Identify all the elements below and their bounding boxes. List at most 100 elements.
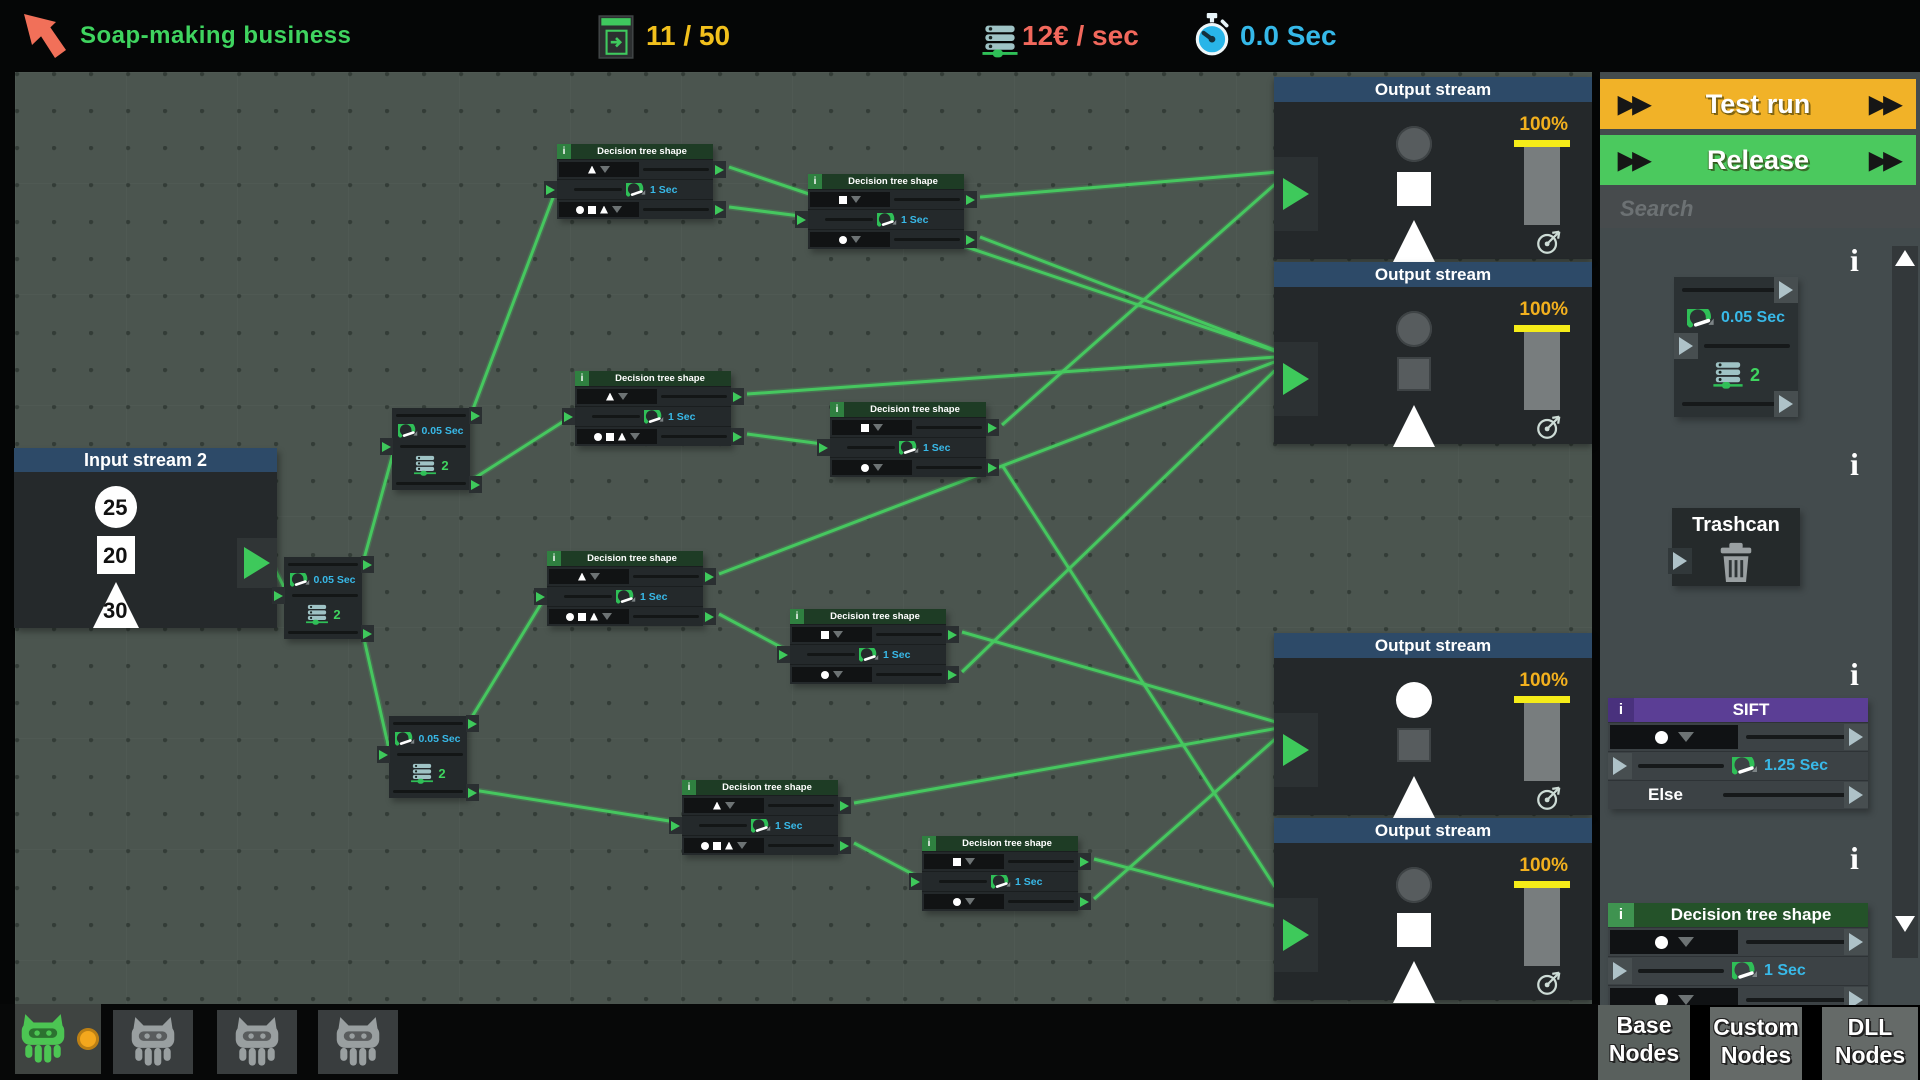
output-port[interactable]	[838, 797, 851, 814]
slider[interactable]	[574, 188, 622, 191]
output-port[interactable]	[838, 837, 851, 854]
slider[interactable]	[396, 482, 466, 485]
decision-node[interactable]: iDecision tree shape1 Sec	[790, 609, 946, 684]
slider[interactable]	[768, 844, 834, 847]
tab-custom-nodes[interactable]: Custom Nodes	[1710, 1007, 1802, 1080]
decision-node[interactable]: iDecision tree shape1 Sec	[575, 371, 731, 446]
info-icon[interactable]: i	[1850, 658, 1859, 690]
slider[interactable]	[876, 673, 942, 676]
output-stream-node[interactable]: Output stream100%	[1274, 77, 1592, 259]
input-port[interactable]	[1608, 958, 1632, 984]
input-port[interactable]	[377, 746, 390, 763]
test-run-button[interactable]: ▶▶ Test run ▶▶	[1600, 79, 1916, 129]
slider[interactable]	[397, 753, 463, 756]
input-port[interactable]	[1668, 548, 1692, 574]
shape-select[interactable]	[810, 232, 890, 247]
server-node[interactable]: 0.05 Sec2	[389, 716, 467, 798]
slider[interactable]	[894, 238, 960, 241]
shape-select[interactable]	[832, 420, 912, 435]
output-stream-node[interactable]: Output stream100%	[1274, 633, 1592, 815]
shape-select[interactable]	[559, 202, 639, 217]
info-icon[interactable]: i	[808, 174, 822, 189]
shape-select[interactable]	[577, 429, 657, 444]
back-arrow-icon[interactable]	[20, 11, 68, 61]
slider[interactable]	[939, 880, 987, 883]
info-icon[interactable]: i	[1850, 842, 1859, 874]
input-port[interactable]	[669, 817, 682, 834]
tab-base-nodes[interactable]: Base Nodes	[1598, 1005, 1690, 1080]
shape-select[interactable]	[549, 569, 629, 584]
decision-node[interactable]: iDecision tree shape1 Sec	[682, 780, 838, 855]
output-port[interactable]	[1774, 391, 1798, 417]
input-port[interactable]	[1274, 157, 1318, 231]
slider[interactable]	[768, 804, 834, 807]
slider[interactable]	[1008, 900, 1074, 903]
slider[interactable]	[894, 198, 960, 201]
slider[interactable]	[292, 594, 358, 597]
slider[interactable]	[1746, 998, 1860, 1002]
palette-trashcan-node[interactable]: Trashcan	[1672, 508, 1800, 586]
info-icon[interactable]: i	[1608, 903, 1634, 927]
output-port[interactable]	[713, 161, 726, 178]
decision-node[interactable]: iDecision tree shape1 Sec	[808, 174, 964, 249]
shape-select[interactable]	[810, 192, 890, 207]
slider[interactable]	[699, 824, 747, 827]
output-port[interactable]	[713, 201, 726, 218]
info-icon[interactable]: i	[575, 371, 589, 386]
output-port[interactable]	[703, 608, 716, 625]
input-port[interactable]	[544, 181, 557, 198]
server-node[interactable]: 0.05 Sec2	[284, 557, 362, 639]
slider[interactable]	[396, 414, 466, 417]
decision-node[interactable]: iDecision tree shape1 Sec	[557, 144, 713, 219]
slider[interactable]	[807, 653, 855, 656]
shape-select[interactable]	[832, 460, 912, 475]
input-port[interactable]	[1608, 753, 1632, 779]
slider[interactable]	[1638, 969, 1724, 973]
scroll-up-icon[interactable]	[1895, 250, 1915, 266]
output-port[interactable]	[986, 459, 999, 476]
input-port[interactable]	[795, 211, 808, 228]
output-port[interactable]	[964, 231, 977, 248]
output-stream-node[interactable]: Output stream100%	[1274, 262, 1592, 444]
server-node[interactable]: 0.05 Sec2	[392, 408, 470, 490]
output-port[interactable]	[1078, 853, 1091, 870]
input-port[interactable]	[272, 587, 285, 604]
info-icon[interactable]: i	[557, 144, 571, 159]
output-port[interactable]	[1774, 277, 1798, 303]
slider[interactable]	[633, 615, 699, 618]
output-port[interactable]	[469, 476, 482, 493]
slider[interactable]	[876, 633, 942, 636]
input-port[interactable]	[1274, 713, 1318, 787]
output-port[interactable]	[1844, 929, 1868, 955]
decision-node[interactable]: iDecision tree shape1 Sec	[830, 402, 986, 477]
input-stream-node[interactable]: Input stream 2252030	[14, 448, 277, 628]
output-port[interactable]	[1844, 782, 1868, 808]
info-icon[interactable]: i	[547, 551, 561, 566]
slider[interactable]	[1723, 793, 1860, 797]
output-port[interactable]	[361, 556, 374, 573]
input-port[interactable]	[777, 646, 790, 663]
slider[interactable]	[1638, 764, 1724, 768]
slider[interactable]	[1704, 344, 1790, 348]
shape-select[interactable]	[684, 798, 764, 813]
slider[interactable]	[393, 722, 463, 725]
slider[interactable]	[1746, 735, 1860, 739]
slider[interactable]	[916, 466, 982, 469]
slider[interactable]	[288, 563, 358, 566]
output-port[interactable]	[731, 428, 744, 445]
slider[interactable]	[633, 575, 699, 578]
input-port[interactable]	[1274, 342, 1318, 416]
shape-select[interactable]	[924, 894, 1004, 909]
info-icon[interactable]: i	[1608, 698, 1634, 722]
input-port[interactable]	[817, 439, 830, 456]
output-port[interactable]	[361, 625, 374, 642]
slider[interactable]	[916, 426, 982, 429]
slider[interactable]	[400, 445, 466, 448]
input-port[interactable]	[1274, 898, 1318, 972]
info-icon[interactable]: i	[1850, 448, 1859, 480]
slider[interactable]	[643, 208, 709, 211]
slider[interactable]	[661, 435, 727, 438]
release-button[interactable]: ▶▶ Release ▶▶	[1600, 135, 1916, 185]
slider[interactable]	[661, 395, 727, 398]
shape-select[interactable]	[792, 627, 872, 642]
